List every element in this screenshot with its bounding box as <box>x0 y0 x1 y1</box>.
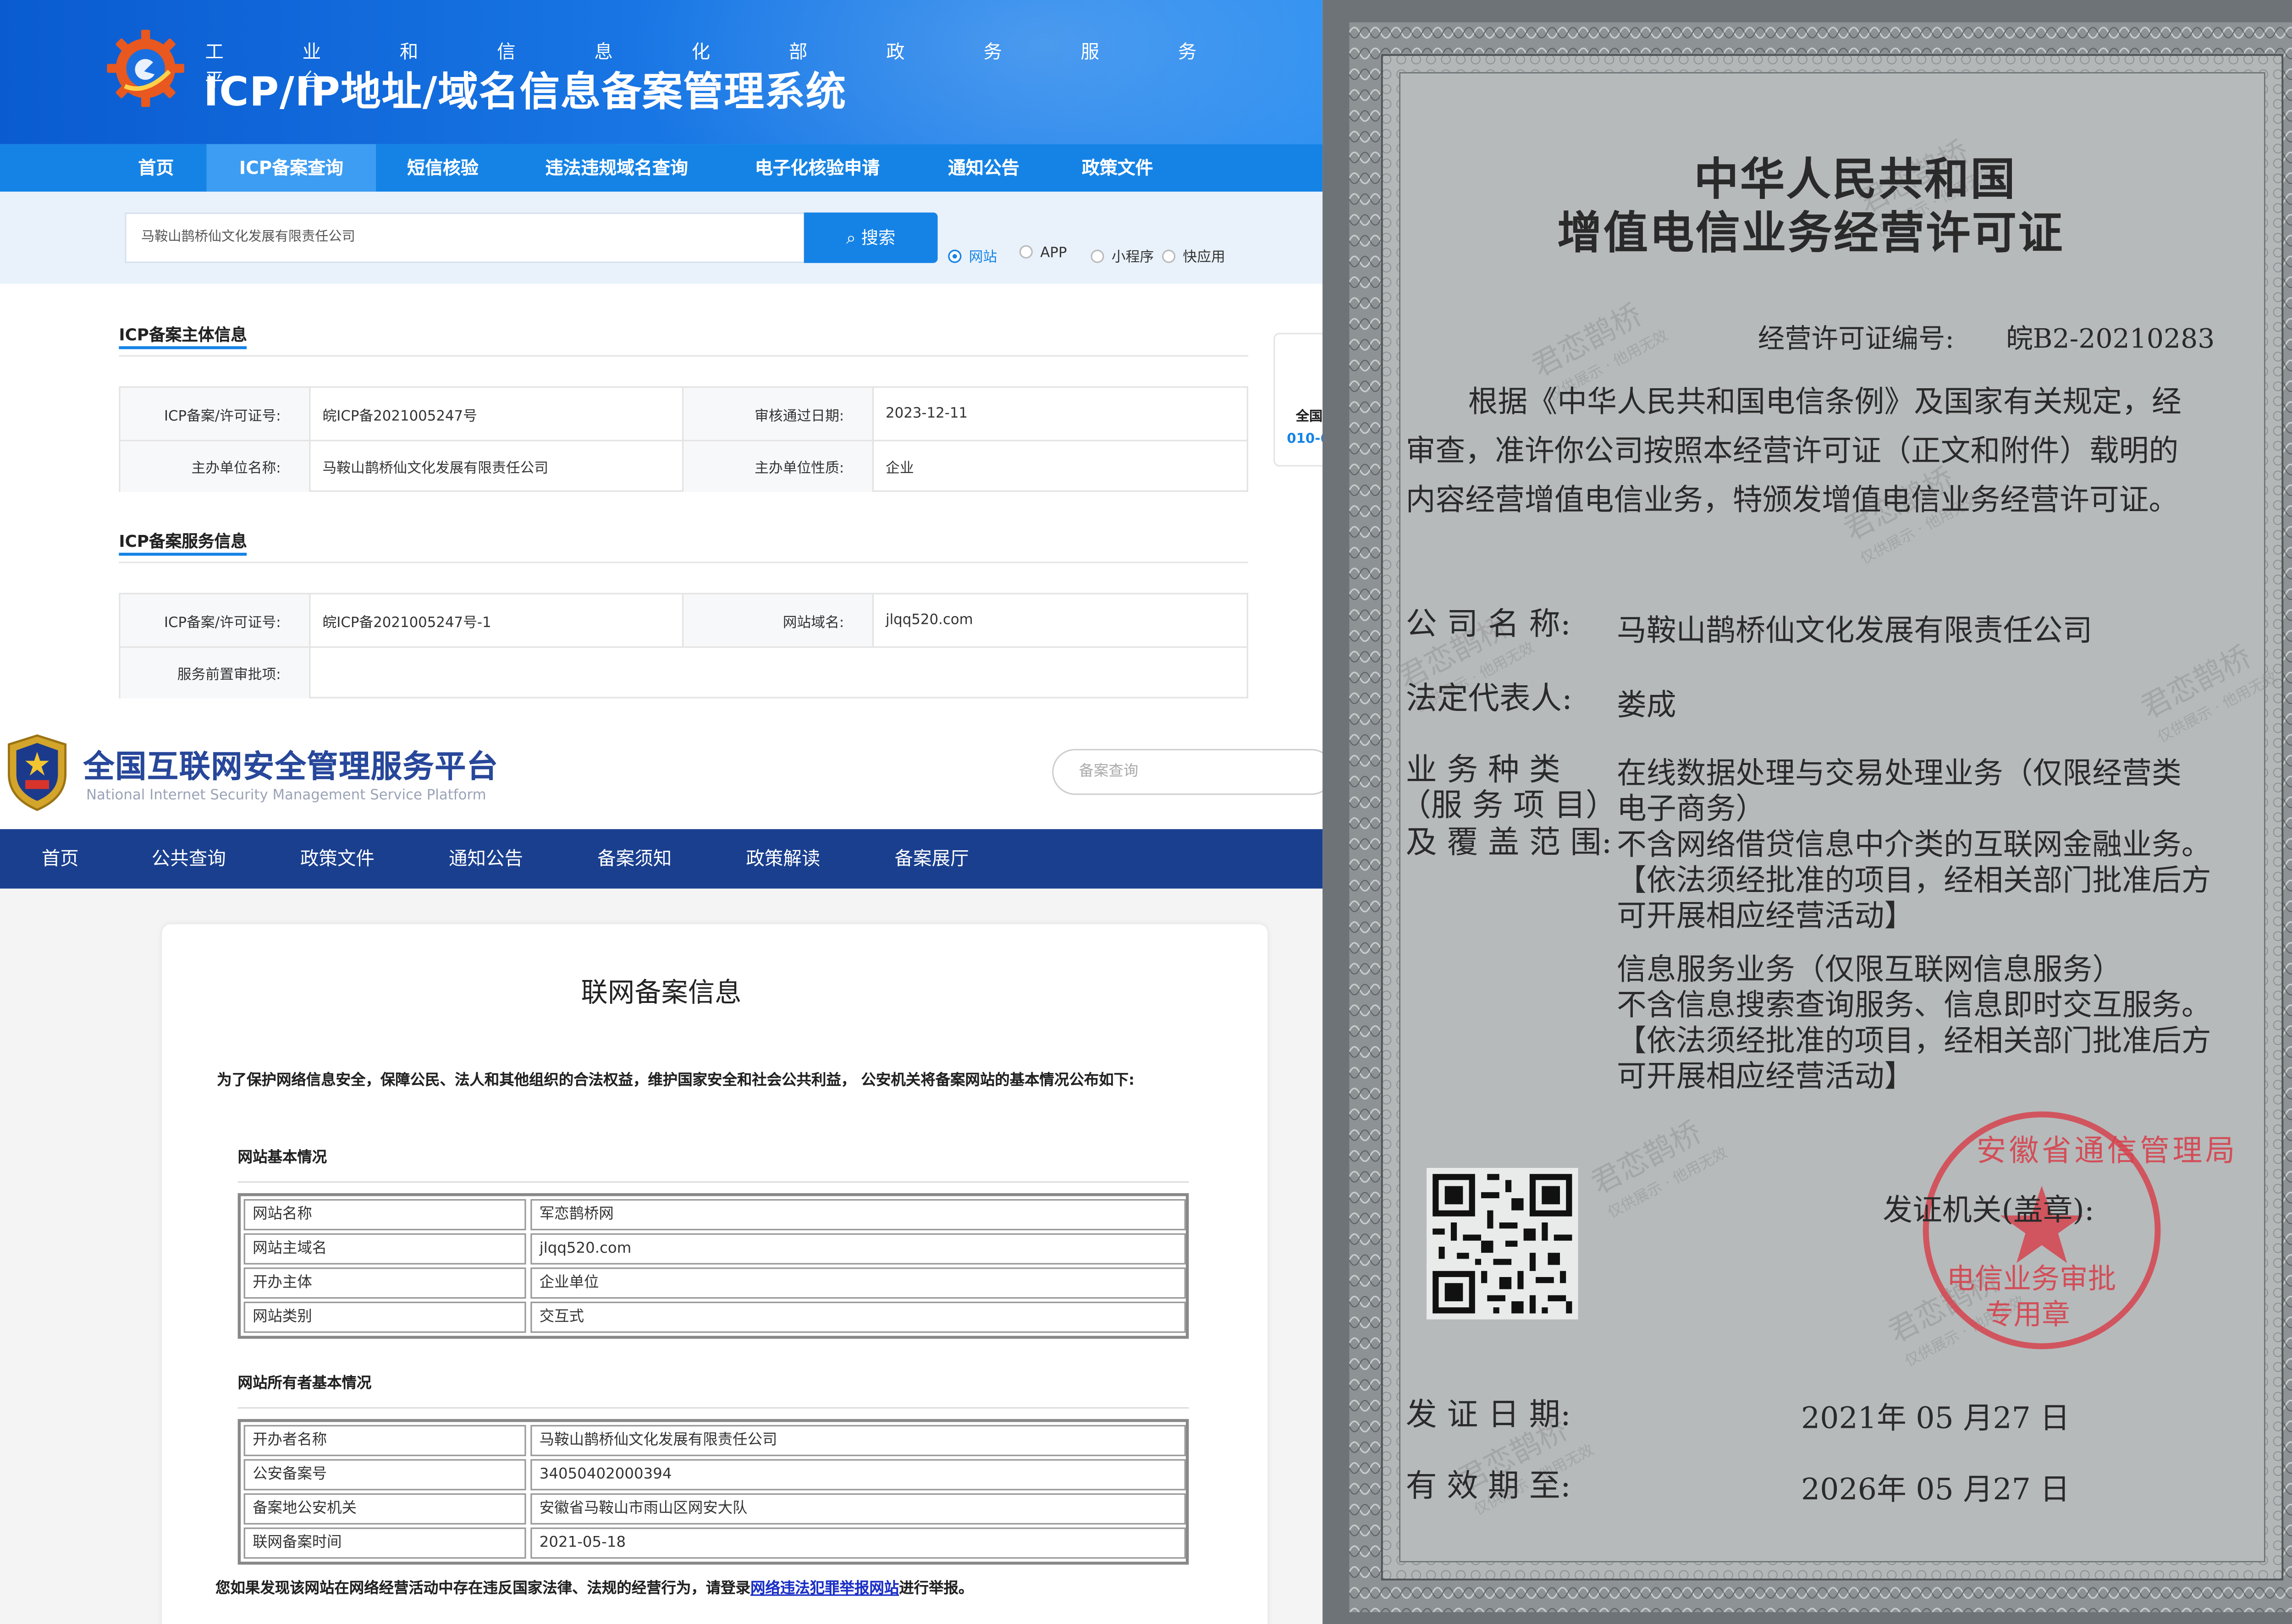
scope-label-3: 及 覆 盖 范 围: <box>1405 825 1612 860</box>
miit-header: 工 业 和 信 息 化 部 政 务 服 务 平 台 ICP/IP地址/域名信息备… <box>0 0 1323 144</box>
subject-license-label: ICP备案/许可证号: <box>120 388 311 440</box>
table-row: 网站主域名 jlqq520.com <box>242 1232 1186 1266</box>
basic-info-title: 网站基本情况 <box>237 1150 327 1167</box>
seal-mid-text: 电信业务审批 <box>1946 1263 2116 1296</box>
company-name-value: 马鞍山鹊桥仙文化发展有限责任公司 <box>1616 612 2093 648</box>
subject-section-title: ICP备案主体信息 <box>119 325 247 345</box>
seal-top-text: 安徽省通信管理局 <box>1976 1132 2238 1168</box>
mps-nav-notices[interactable]: 通知公告 <box>449 829 523 889</box>
radio-quick-app[interactable]: 快应用 <box>1162 245 1225 266</box>
table-row: 联网备案时间 2021-05-18 <box>242 1526 1186 1560</box>
approved-date-value: 2023-12-11 <box>886 405 968 422</box>
domain-value: jlqq520.com <box>886 612 973 629</box>
legal-rep-label: 法定代表人: <box>1405 680 1572 716</box>
org-nature-label: 主办单位性质: <box>683 441 874 492</box>
license-number-label: 经营许可证编号: <box>1758 324 1955 355</box>
nav-icp-query[interactable]: ICP备案查询 <box>206 144 376 192</box>
license-body-line1: 根据《中华人民共和国电信条例》及国家有关规定，经 <box>1468 383 2182 419</box>
service-section-title: ICP备案服务信息 <box>119 532 247 551</box>
valid-until-label: 有 效 期 至: <box>1405 1468 1571 1504</box>
beian-intro: 为了保护网络信息安全，保障公民、法人和其他组织的合法权益，维护国家安全和社会公共… <box>217 1073 1135 1090</box>
service-license-value: 皖ICP备2021005247号-1 <box>322 614 491 631</box>
license-number-value: 皖B2-20210283 <box>2006 324 2215 355</box>
subject-info-table: ICP备案/许可证号: 皖ICP备2021005247号 审核通过日期: 202… <box>119 386 1249 492</box>
nav-notices[interactable]: 通知公告 <box>930 144 1037 192</box>
table-row: 开办者名称 马鞍山鹊桥仙文化发展有限责任公司 <box>242 1424 1186 1458</box>
issuer-label: 发证机关(盖章): <box>1883 1191 2094 1228</box>
mps-beian-panel: 全国互联网安全管理服务平台 National Internet Security… <box>0 728 1335 1624</box>
preapproval-label: 服务前置审批项: <box>120 648 311 699</box>
radio-mini-program[interactable]: 小程序 <box>1091 245 1154 266</box>
nav-illegal-domain[interactable]: 违法违规域名查询 <box>528 144 706 192</box>
police-emblem-icon <box>8 734 67 811</box>
issue-date-value: 2021年 05 月27 日 <box>1801 1399 2070 1436</box>
subject-license-value: 皖ICP备2021005247号 <box>322 407 477 424</box>
report-link[interactable]: 网络违法犯罪举报网站 <box>750 1581 899 1597</box>
table-row: 网站类别 交互式 <box>242 1300 1186 1334</box>
table-row: 备案地公安机关 安徽省马鞍山市雨山区网安大队 <box>242 1492 1186 1526</box>
telecom-license-photo: 君恋鹊桥 仅供展示 · 他用无效 君恋鹊桥 仅供展示 · 他用无效 君恋鹊桥 仅供展示… <box>1322 0 2292 1624</box>
approved-date-label: 审核通过日期: <box>683 388 874 440</box>
company-name-label: 公 司 名 称: <box>1405 606 1571 642</box>
miit-gear-logo-icon <box>107 29 184 107</box>
mps-nav-bar: 首页 公共查询 政策文件 通知公告 备案须知 政策解读 备案展厅 <box>0 829 1323 889</box>
search-button-label: 搜索 <box>861 227 896 248</box>
org-nature-value: 企业 <box>886 460 914 477</box>
service-license-label: ICP备案/许可证号: <box>120 594 311 647</box>
mps-header: 全国互联网安全管理服务平台 National Internet Security… <box>0 728 1335 829</box>
legal-rep-value: 娄成 <box>1616 686 1676 722</box>
miit-system-title: ICP/IP地址/域名信息备案管理系统 <box>204 70 847 116</box>
side-card-line1: 全国 <box>1295 410 1323 425</box>
issue-date-label: 发 证 日 期: <box>1405 1397 1571 1432</box>
nav-policy[interactable]: 政策文件 <box>1064 144 1171 192</box>
nav-e-verify[interactable]: 电子化核验申请 <box>737 144 898 192</box>
license-body-line2: 审查，准许你公司按照本经营许可证（正文和附件）载明的 <box>1405 432 2179 468</box>
beian-heading: 联网备案信息 <box>581 978 742 1009</box>
valid-until-value: 2026年 05 月27 日 <box>1801 1471 2070 1507</box>
nav-home[interactable]: 首页 <box>115 144 198 192</box>
search-icon: ⌕ <box>846 227 856 248</box>
owner-info-title: 网站所有者基本情况 <box>237 1376 372 1393</box>
mps-nav-public-query[interactable]: 公共查询 <box>152 829 226 889</box>
miit-icp-panel: 工 业 和 信 息 化 部 政 务 服 务 平 台 ICP/IP地址/域名信息备… <box>0 0 1333 728</box>
search-input[interactable]: 马鞍山鹊桥仙文化发展有限责任公司 <box>125 212 806 263</box>
basic-info-table: 网站名称 军恋鹊桥网 网站主域名 jlqq520.com 开办主体 企业单位 网站类别… <box>237 1193 1189 1339</box>
radio-app[interactable]: APP <box>1019 245 1067 262</box>
mps-nav-interpretation[interactable]: 政策解读 <box>746 829 820 889</box>
mps-nav-policy[interactable]: 政策文件 <box>300 829 375 889</box>
domain-label: 网站域名: <box>683 594 874 647</box>
mps-nav-home[interactable]: 首页 <box>42 829 79 889</box>
org-name-value: 马鞍山鹊桥仙文化发展有限责任公司 <box>322 460 549 477</box>
org-name-label: 主办单位名称: <box>120 441 311 492</box>
seal-bot-text: 专用章 <box>1985 1299 2070 1332</box>
qr-code-icon <box>1427 1167 1578 1320</box>
mps-search-input[interactable]: 备案查询 <box>1052 749 1335 795</box>
miit-nav-bar: 首页 ICP备案查询 短信核验 违法违规域名查询 电子化核验申请 通知公告 政策… <box>0 144 1323 192</box>
table-row: 开办主体 企业单位 <box>242 1266 1186 1300</box>
report-notice: 您如果发现该网站在网络经营活动中存在违反国家法律、法规的经营行为，请登录网络违法… <box>215 1581 974 1597</box>
scope-line: 可开展相应经营活动】 <box>1616 1058 1914 1094</box>
owner-info-table: 开办者名称 马鞍山鹊桥仙文化发展有限责任公司 公安备案号 3405040200039… <box>237 1419 1189 1565</box>
table-row: 网站名称 军恋鹊桥网 <box>242 1198 1186 1232</box>
license-title-line2: 增值电信业务经营许可证 <box>1557 208 2064 260</box>
scope-line: 可开展相应经营活动】 <box>1616 897 1914 933</box>
radio-website[interactable]: 网站 <box>948 245 997 266</box>
search-button[interactable]: ⌕ 搜索 <box>804 212 938 263</box>
mps-site-title: 全国互联网安全管理服务平台 <box>83 749 499 785</box>
mps-nav-showcase[interactable]: 备案展厅 <box>895 829 969 889</box>
nav-sms-verify[interactable]: 短信核验 <box>389 144 496 192</box>
mps-nav-guide[interactable]: 备案须知 <box>597 829 672 889</box>
service-info-table: ICP备案/许可证号: 皖ICP备2021005247号-1 网站域名: jlq… <box>119 593 1249 699</box>
mps-site-subtitle: National Internet Security Management Se… <box>86 787 486 804</box>
license-body-line3: 内容经营增值电信业务，特颁发增值电信业务经营许可证。 <box>1405 481 2179 517</box>
table-row: 公安备案号 34050402000394 <box>242 1458 1186 1492</box>
preapproval-value <box>311 648 1232 698</box>
